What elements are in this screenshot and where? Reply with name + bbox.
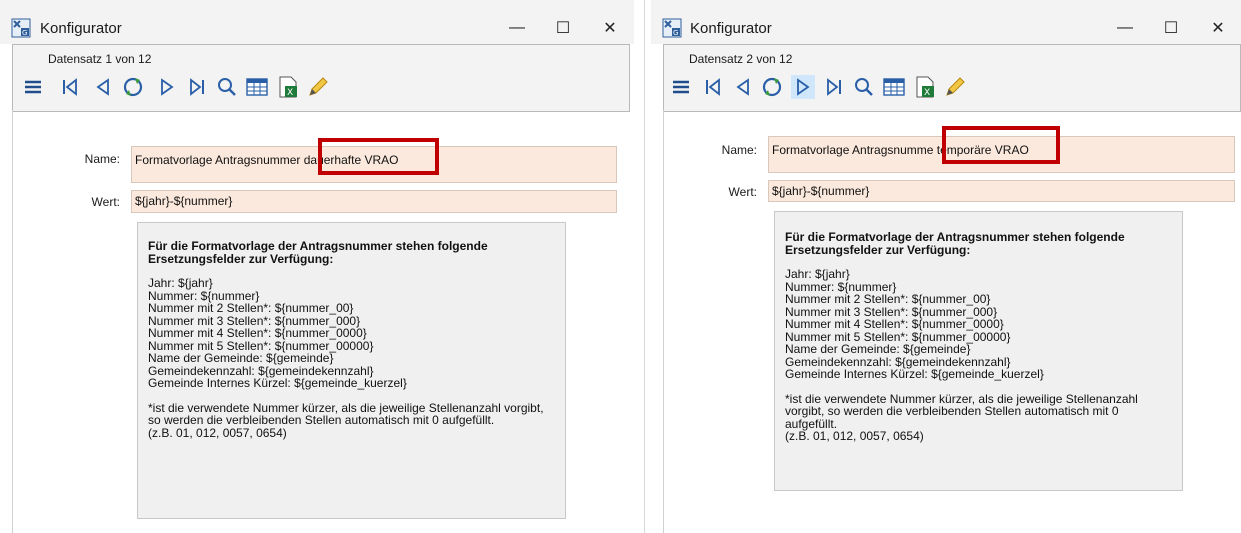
first-record-icon[interactable] [701,75,725,99]
wert-field[interactable]: ${jahr}-${nummer} [768,180,1235,202]
minimize-button[interactable]: — [1105,14,1145,42]
edit-pencil-icon[interactable] [943,75,967,99]
info-panel: Für die Formatvorlage der Antragsnummer … [774,211,1183,491]
info-line: Nummer mit 4 Stellen*: ${nummer_0000} [148,326,367,340]
app-icon: G [662,18,682,38]
close-button[interactable]: ✕ [590,14,630,42]
configurator-window-right: G Konfigurator — ☐ ✕ Datensatz 2 von 12 [651,0,1241,533]
frame-edge [663,110,664,533]
minimize-button[interactable]: — [497,14,537,42]
previous-record-icon[interactable] [91,75,115,99]
info-line: Jahr: ${jahr} [785,267,850,281]
separator-line [644,0,645,533]
next-record-icon[interactable] [791,75,815,99]
toolbar-panel: Datensatz 1 von 12 X [12,44,630,112]
first-record-icon[interactable] [58,75,82,99]
last-record-icon[interactable] [822,75,846,99]
excel-export-icon[interactable]: X [276,75,300,99]
configurator-window-left: G Konfigurator — ☐ ✕ Datensatz 1 von 12 [0,0,634,533]
svg-text:G: G [673,29,678,37]
menu-icon[interactable] [669,75,693,99]
maximize-button[interactable]: ☐ [543,14,583,42]
name-label: Name: [721,143,757,157]
info-line: Name der Gemeinde: ${gemeinde} [785,342,971,356]
toolbar-panel: Datensatz 2 von 12 X [663,44,1241,112]
separator [634,0,651,533]
next-record-icon[interactable] [155,75,179,99]
info-heading: Für die Formatvorlage der Antragsnummer … [785,230,1125,257]
table-icon[interactable] [245,75,269,99]
name-label: Name: [84,152,120,166]
refresh-icon[interactable] [121,75,145,99]
info-line: Nummer mit 2 Stellen*: ${nummer_00} [785,292,991,306]
info-example: (z.B. 01, 012, 0057, 0654) [148,425,287,440]
title-bar: G Konfigurator — ☐ ✕ [0,0,634,44]
info-line: Nummer mit 4 Stellen*: ${nummer_0000} [785,317,1004,331]
last-record-icon[interactable] [185,75,209,99]
info-line: Name der Gemeinde: ${gemeinde} [148,351,334,365]
excel-export-icon[interactable]: X [913,75,937,99]
wert-field[interactable]: ${jahr}-${nummer} [131,190,617,213]
highlight-box [318,138,439,175]
info-example: (z.B. 01, 012, 0057, 0654) [785,429,924,443]
refresh-icon[interactable] [760,75,784,99]
maximize-button[interactable]: ☐ [1151,14,1191,42]
previous-record-icon[interactable] [731,75,755,99]
frame-edge [12,110,13,533]
info-line: Gemeinde Internes Kürzel: ${gemeinde_kue… [785,367,1044,381]
svg-text:X: X [924,88,930,98]
edit-pencil-icon[interactable] [306,75,330,99]
name-field-prefix: Formatvorlage Antragsnummer [135,153,304,167]
info-line: Jahr: ${jahr} [148,276,213,290]
record-counter: Datensatz 1 von 12 [48,52,152,66]
info-line: Gemeinde Internes Kürzel: ${gemeinde_kue… [148,376,407,390]
highlight-box [942,126,1060,164]
window-title: Konfigurator [40,20,122,37]
svg-text:X: X [287,88,293,98]
table-icon[interactable] [882,75,906,99]
wert-label: Wert: [728,185,757,199]
info-note: *ist die verwendete Nummer kürzer, als d… [785,391,1138,431]
record-counter: Datensatz 2 von 12 [689,52,793,66]
title-bar: G Konfigurator — ☐ ✕ [651,0,1241,44]
search-icon[interactable] [852,75,876,99]
wert-label: Wert: [91,195,120,209]
app-icon: G [11,18,31,38]
svg-text:G: G [22,29,27,37]
info-panel: Für die Formatvorlage der Antragsnummer … [137,222,566,519]
info-note: *ist die verwendete Nummer kürzer, als d… [148,400,544,427]
search-icon[interactable] [215,75,239,99]
info-heading: Für die Formatvorlage der Antragsnummer … [148,239,488,266]
close-button[interactable]: ✕ [1198,14,1238,42]
name-field-prefix: Formatvorlage Antragsnumme [772,143,937,157]
menu-icon[interactable] [21,75,45,99]
window-title: Konfigurator [690,20,772,37]
info-line: Nummer mit 2 Stellen*: ${nummer_00} [148,301,354,315]
